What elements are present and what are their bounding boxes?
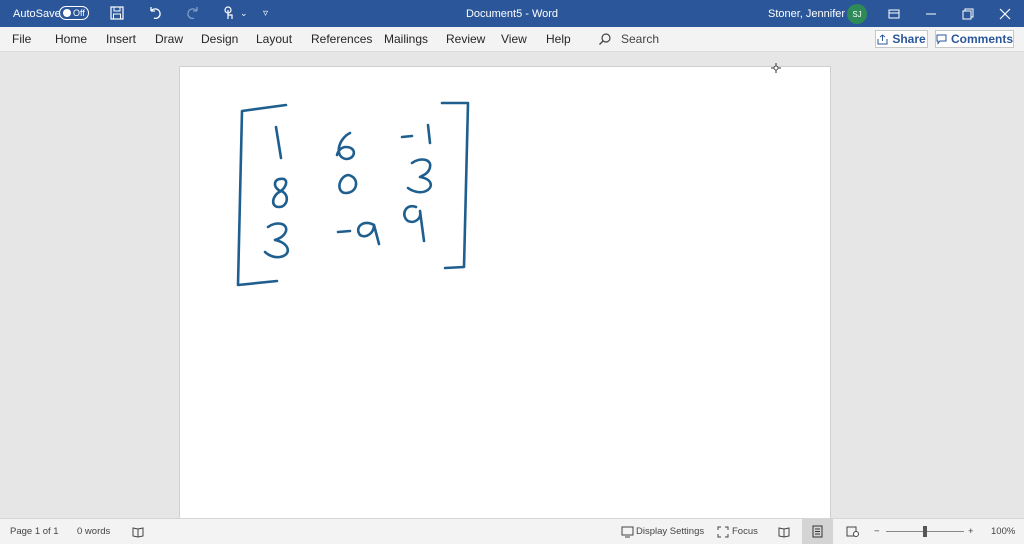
tab-design[interactable]: Design — [201, 27, 238, 51]
zoom-out-button[interactable]: − — [874, 519, 880, 544]
word-count[interactable]: 0 words — [77, 519, 110, 544]
digit-8 — [271, 177, 289, 209]
tab-help[interactable]: Help — [546, 27, 571, 51]
digit-9 — [403, 204, 426, 243]
touch-mode-icon[interactable] — [221, 5, 237, 21]
close-icon[interactable] — [987, 0, 1023, 27]
display-settings-button[interactable]: Display Settings — [621, 519, 704, 544]
comments-button[interactable]: Comments — [935, 30, 1014, 48]
autosave-label: AutoSave — [13, 7, 61, 20]
zoom-slider-thumb[interactable] — [923, 526, 927, 537]
share-icon — [877, 33, 888, 44]
digit-3 — [263, 222, 289, 259]
focus-label: Focus — [732, 526, 758, 537]
display-settings-label: Display Settings — [636, 526, 705, 537]
monitor-icon — [621, 526, 634, 537]
digit-0 — [338, 173, 358, 195]
toggle-knob — [63, 9, 71, 17]
search-box[interactable]: Search — [598, 27, 659, 51]
autosave-toggle[interactable]: Off — [59, 6, 89, 20]
redo-icon[interactable] — [185, 5, 201, 21]
customize-quick-access-icon[interactable]: ▿ — [263, 0, 268, 27]
focus-icon — [717, 526, 729, 537]
ribbon-tab-bar: File Home Insert Draw Design Layout Refe… — [0, 27, 1024, 52]
zoom-in-button[interactable]: + — [968, 519, 974, 544]
digit-3 — [406, 158, 433, 194]
title-bar: AutoSave Off ⌄ ▿ Document5 - Word Stoner… — [0, 0, 1024, 27]
handwritten-matrix — [236, 101, 470, 287]
user-name[interactable]: Stoner, Jennifer L — [768, 0, 854, 27]
web-layout-icon[interactable] — [846, 519, 859, 544]
autosave-state: Off — [73, 8, 85, 18]
read-mode-icon[interactable] — [778, 519, 790, 544]
tab-layout[interactable]: Layout — [256, 27, 292, 51]
right-bracket-stroke — [440, 101, 470, 270]
zoom-level[interactable]: 100% — [991, 519, 1015, 544]
digit-neg1 — [400, 123, 432, 145]
crosshair-cursor-icon — [771, 63, 781, 73]
chevron-down-icon[interactable]: ⌄ — [240, 0, 248, 27]
comments-label: Comments — [950, 32, 1013, 46]
tab-review[interactable]: Review — [446, 27, 485, 51]
ribbon-display-options-icon[interactable] — [876, 0, 912, 27]
minimize-icon[interactable] — [913, 0, 949, 27]
undo-icon[interactable] — [147, 5, 163, 21]
restore-icon[interactable] — [950, 0, 986, 27]
tab-home[interactable]: Home — [55, 27, 87, 51]
avatar[interactable]: SJ — [847, 4, 867, 24]
print-layout-icon[interactable] — [812, 519, 823, 544]
focus-button[interactable]: Focus — [717, 519, 758, 544]
status-bar: Page 1 of 1 0 words Display Settings Foc… — [0, 518, 1024, 544]
digit-1 — [274, 125, 283, 160]
tab-mailings[interactable]: Mailings — [384, 27, 428, 51]
proofing-book-icon[interactable] — [132, 519, 144, 544]
digit-6 — [335, 131, 356, 161]
search-label: Search — [621, 32, 660, 46]
save-icon[interactable] — [109, 5, 125, 21]
search-icon — [599, 33, 611, 45]
tab-file[interactable]: File — [12, 27, 31, 51]
document-page[interactable] — [179, 63, 831, 526]
comment-icon — [936, 34, 947, 45]
share-button[interactable]: Share — [875, 30, 928, 48]
tab-references[interactable]: References — [311, 27, 372, 51]
page-info[interactable]: Page 1 of 1 — [10, 519, 59, 544]
document-area[interactable] — [0, 52, 1024, 526]
digit-neg9 — [336, 221, 381, 246]
share-label: Share — [892, 32, 926, 46]
tab-insert[interactable]: Insert — [106, 27, 136, 51]
tab-draw[interactable]: Draw — [155, 27, 183, 51]
tab-view[interactable]: View — [501, 27, 527, 51]
